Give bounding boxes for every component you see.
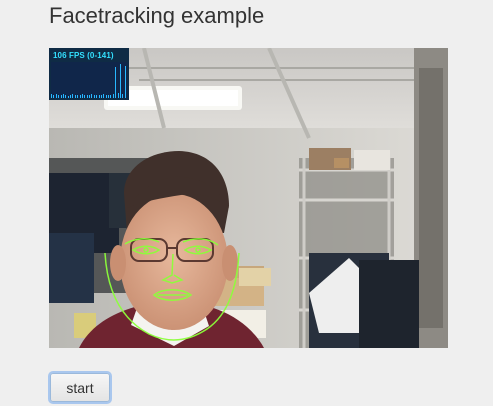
fps-graph: [51, 62, 127, 98]
page: Facetracking example 106 FPS (0-141) sta…: [0, 0, 493, 406]
fps-graph-bar: [89, 95, 90, 98]
fps-graph-bar: [117, 93, 119, 98]
fps-graph-bar: [124, 66, 126, 98]
page-title: Facetracking example: [49, 3, 265, 28]
fps-graph-bar: [96, 95, 98, 98]
fps-graph-bar: [58, 95, 60, 98]
fps-graph-bar: [93, 95, 95, 98]
fps-graph-bar: [55, 94, 57, 98]
fps-graph-bar: [84, 95, 86, 98]
fps-graph-bar: [108, 95, 109, 98]
fps-graph-bar: [77, 95, 79, 98]
fps-graph-bar: [98, 95, 100, 98]
fps-graph-bar: [62, 94, 64, 98]
fps-text: 106 FPS (0-141): [53, 51, 114, 60]
fps-graph-bar: [67, 96, 69, 98]
start-button[interactable]: start: [50, 373, 110, 402]
fps-graph-bar: [112, 94, 114, 98]
fps-graph-bar: [100, 95, 102, 98]
fps-graph-bar: [72, 94, 74, 98]
fps-graph-bar: [51, 94, 52, 98]
fps-graph-bar: [70, 95, 71, 98]
webcam-video: 106 FPS (0-141): [49, 48, 448, 348]
fps-graph-bar: [119, 64, 121, 98]
fps-graph-bar: [74, 95, 76, 98]
fps-graph-bar: [79, 95, 81, 98]
fps-graph-bar: [122, 94, 124, 98]
fps-graph-bar: [91, 94, 93, 98]
fps-overlay: 106 FPS (0-141): [49, 48, 129, 100]
fps-graph-bar: [60, 95, 62, 98]
fps-graph-bar: [103, 94, 105, 98]
fps-graph-bar: [53, 95, 55, 98]
fps-graph-bar: [105, 95, 107, 98]
fps-graph-bar: [65, 95, 67, 98]
fps-graph-bar: [110, 95, 112, 98]
fps-graph-bar: [115, 67, 117, 98]
fps-graph-bar: [86, 95, 88, 98]
fps-graph-bar: [81, 94, 83, 98]
